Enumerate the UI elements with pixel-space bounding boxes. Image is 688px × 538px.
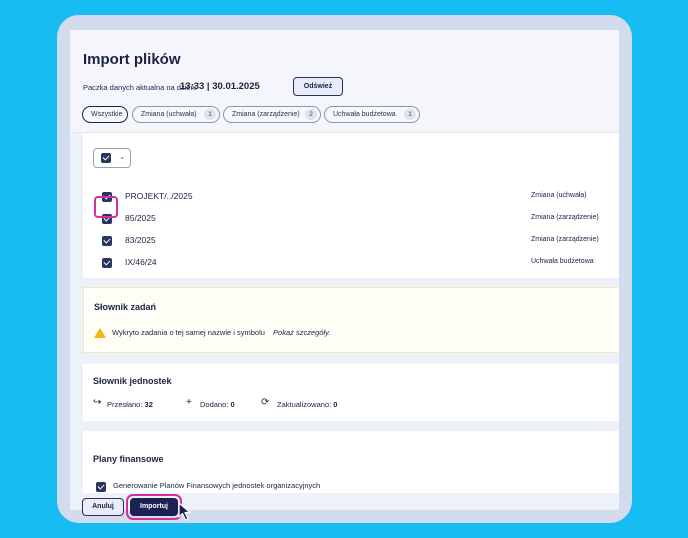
- checkbox-highlight: [94, 196, 118, 218]
- units-dictionary-card: Słownik jednostek ↪ Przesłano: 32 + Doda…: [83, 364, 619, 421]
- stat-label: Przesłano:: [107, 400, 143, 409]
- checkbox-icon: [101, 153, 111, 163]
- dialog-header: Import plików Paczka danych aktualna na …: [70, 30, 619, 133]
- import-button[interactable]: Importuj: [130, 498, 178, 516]
- filter-chip-label: Uchwała budżetowa: [333, 111, 396, 118]
- chevron-down-icon: ⌄: [119, 152, 126, 161]
- date-value: 13:33 | 30.01.2025: [180, 81, 260, 92]
- filter-count-badge: 1: [204, 109, 216, 120]
- stat-updated: Zaktualizowano: 0: [277, 400, 337, 409]
- mouse-cursor-icon: [178, 502, 191, 521]
- bulk-select-dropdown[interactable]: ⌄: [93, 148, 131, 168]
- show-details-link[interactable]: Pokaż szczegóły.: [273, 328, 330, 337]
- generate-plans-checkbox[interactable]: [96, 482, 106, 492]
- file-row[interactable]: 85/2025 Zmiana (zarządzenie): [83, 210, 619, 228]
- file-row[interactable]: PROJEKT/../2025 Zmiana (uchwała): [83, 188, 619, 206]
- file-checkbox[interactable]: [102, 258, 112, 268]
- stat-value: 0: [333, 400, 338, 409]
- file-row[interactable]: IX/46/24 Uchwała budżetowa: [83, 254, 619, 272]
- task-dictionary-card: Słownik zadań Wykryto zadania o tej same…: [83, 287, 619, 353]
- stat-value: 0: [230, 400, 235, 409]
- warning-message: Wykryto zadania o tej samej nazwie i sym…: [112, 328, 330, 337]
- sent-arrow-icon: ↪: [93, 397, 102, 408]
- filter-count-badge: 2: [305, 109, 317, 120]
- stat-label: Dodano:: [200, 400, 229, 409]
- filter-chip-label: Zmiana (zarządzenie): [232, 111, 300, 118]
- plus-icon: +: [186, 397, 192, 408]
- financial-plans-card: Plany finansowe Generowanie Planów Finan…: [83, 431, 619, 493]
- file-type: Uchwała budżetowa: [531, 258, 594, 265]
- import-dialog: Import plików Paczka danych aktualna na …: [70, 30, 619, 510]
- filter-chip-label: Wszystkie: [91, 111, 123, 118]
- file-row[interactable]: 83/2025 Zmiana (zarządzenie): [83, 232, 619, 250]
- file-type: Zmiana (zarządzenie): [531, 214, 599, 221]
- refresh-button[interactable]: Odśwież: [293, 77, 343, 96]
- refresh-icon: ⟳: [261, 397, 270, 408]
- filter-chip-all[interactable]: Wszystkie: [82, 106, 128, 123]
- dialog-title: Import plików: [83, 51, 181, 68]
- stat-added: Dodano: 0: [200, 400, 235, 409]
- stat-label: Zaktualizowano:: [277, 400, 332, 409]
- file-type: Zmiana (zarządzenie): [531, 236, 599, 243]
- filter-chip-uchwala-budzetowa[interactable]: Uchwała budżetowa 1: [324, 106, 420, 123]
- stat-value: 32: [144, 400, 153, 409]
- file-name: 85/2025: [125, 213, 156, 223]
- file-name: 83/2025: [125, 235, 156, 245]
- filter-chip-zmiana-zarzadzenie[interactable]: Zmiana (zarządzenie) 2: [223, 106, 321, 123]
- filter-count-badge: 1: [404, 109, 416, 120]
- file-checkbox[interactable]: [102, 236, 112, 246]
- file-name: PROJEKT/../2025: [125, 191, 193, 201]
- financial-plans-title: Plany finansowe: [93, 454, 164, 464]
- files-list-card: ⌄ PROJEKT/../2025 Zmiana (uchwała) 85/20…: [83, 133, 619, 278]
- filter-chip-zmiana-uchwala[interactable]: Zmiana (uchwała) 1: [132, 106, 220, 123]
- generate-plans-label: Generowanie Planów Finansowych jednostek…: [113, 481, 321, 490]
- filter-chip-label: Zmiana (uchwała): [141, 111, 197, 118]
- units-dictionary-title: Słownik jednostek: [93, 376, 172, 386]
- cancel-button[interactable]: Anuluj: [82, 498, 124, 516]
- stat-sent: Przesłano: 32: [107, 400, 153, 409]
- dialog-frame: Import plików Paczka danych aktualna na …: [57, 15, 632, 523]
- file-name: IX/46/24: [125, 257, 157, 267]
- warning-icon: [94, 328, 106, 338]
- file-type: Zmiana (uchwała): [531, 192, 587, 199]
- warning-text: Wykryto zadania o tej samej nazwie i sym…: [112, 328, 265, 337]
- task-dictionary-title: Słownik zadań: [94, 302, 157, 312]
